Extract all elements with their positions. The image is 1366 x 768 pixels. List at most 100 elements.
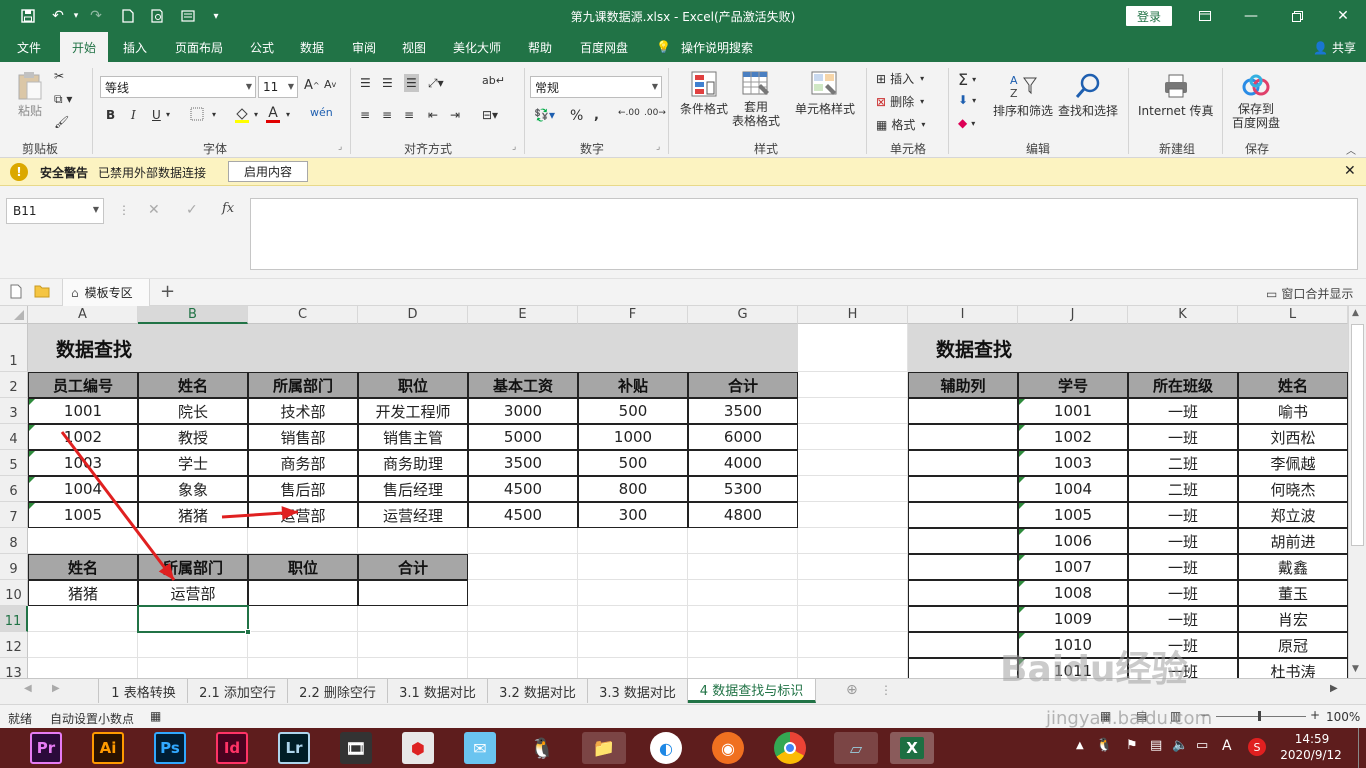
tab-formulas[interactable]: 公式: [250, 32, 274, 62]
table-cell[interactable]: 学士: [138, 450, 248, 476]
tray-security-icon[interactable]: ▤: [1150, 738, 1162, 753]
table-cell[interactable]: 销售部: [248, 424, 358, 450]
lookup-header[interactable]: 合计: [358, 554, 468, 580]
cancel-entry-icon[interactable]: ✕: [148, 202, 160, 218]
border-icon[interactable]: [190, 107, 204, 121]
increase-indent-icon[interactable]: ⇥: [450, 108, 460, 122]
select-all-corner[interactable]: [0, 306, 28, 324]
lookup-cell[interactable]: [358, 580, 468, 606]
row-header-5[interactable]: 5: [0, 450, 28, 476]
close-icon[interactable]: ✕: [1344, 163, 1356, 179]
page-layout-view-icon[interactable]: ▤: [1136, 709, 1147, 723]
table-cell[interactable]: 销售主管: [358, 424, 468, 450]
right-table-cell[interactable]: 1005: [1018, 502, 1128, 528]
tab-baidu-pan[interactable]: 百度网盘: [580, 32, 628, 62]
format-cells-button[interactable]: ▦ 格式 ▾: [876, 116, 925, 133]
save-to-baidu-button[interactable]: 保存到 百度网盘: [1232, 70, 1280, 131]
sheet-prev-icon[interactable]: ◀: [24, 683, 32, 694]
right-table-header[interactable]: 姓名: [1238, 372, 1348, 398]
right-table-cell[interactable]: 郑立波: [1238, 502, 1348, 528]
table-cell[interactable]: 开发工程师: [358, 398, 468, 424]
bold-button[interactable]: B: [106, 108, 115, 122]
tab-page-layout[interactable]: 页面布局: [175, 32, 223, 62]
row-header-2[interactable]: 2: [0, 372, 28, 398]
formula-input[interactable]: [250, 198, 1358, 270]
right-table-cell[interactable]: 李佩越: [1238, 450, 1348, 476]
sheet-tab[interactable]: 4 数据查找与标识: [688, 679, 816, 703]
chrome-icon[interactable]: [774, 732, 806, 764]
delete-cells-button[interactable]: ⊠ 删除 ▾: [876, 93, 924, 110]
right-table-cell[interactable]: [908, 632, 1018, 658]
right-table-cell[interactable]: 一班: [1128, 554, 1238, 580]
input-method-icon[interactable]: A: [1222, 738, 1232, 754]
table-cell[interactable]: 6000: [688, 424, 798, 450]
customize-qat-icon[interactable]: ▾: [206, 6, 226, 26]
insert-function-button[interactable]: fx: [222, 201, 234, 216]
lookup-header[interactable]: 所属部门: [138, 554, 248, 580]
right-table-cell[interactable]: 肖宏: [1238, 606, 1348, 632]
right-table-cell[interactable]: 二班: [1128, 476, 1238, 502]
normal-view-icon[interactable]: ▦: [1100, 709, 1111, 723]
font-name-select[interactable]: 等线 ▼: [100, 76, 256, 98]
right-table-cell[interactable]: [908, 528, 1018, 554]
table-cell[interactable]: 3500: [468, 450, 578, 476]
print-preview-icon[interactable]: [148, 6, 168, 26]
right-table-cell[interactable]: [908, 476, 1018, 502]
table-cell[interactable]: 运营经理: [358, 502, 468, 528]
table-cell[interactable]: 500: [578, 398, 688, 424]
right-table-cell[interactable]: 1002: [1018, 424, 1128, 450]
confirm-entry-icon[interactable]: ✓: [186, 202, 198, 218]
row-header-8[interactable]: 8: [0, 528, 28, 554]
decrease-indent-icon[interactable]: ⇤: [428, 108, 438, 122]
tray-qq-icon[interactable]: 🐧: [1096, 738, 1112, 753]
zoom-thumb[interactable]: [1258, 711, 1261, 721]
table-cell[interactable]: 4000: [688, 450, 798, 476]
undo-icon[interactable]: ↶: [48, 6, 68, 26]
font-color-dropdown-icon[interactable]: ▾: [286, 110, 290, 119]
autosum-icon[interactable]: Σ ▾: [958, 70, 976, 89]
premiere-icon[interactable]: Pr: [30, 732, 62, 764]
tab-help[interactable]: 帮助: [528, 32, 552, 62]
table-header[interactable]: 员工编号: [28, 372, 138, 398]
save-icon[interactable]: [18, 6, 38, 26]
redo-icon[interactable]: ↷: [86, 6, 106, 26]
row-header-1[interactable]: 1: [0, 324, 28, 372]
tab-view[interactable]: 视图: [402, 32, 426, 62]
restore-button[interactable]: [1274, 0, 1320, 32]
increase-decimal-icon[interactable]: ←.00: [618, 108, 640, 118]
alignment-dialog-launcher-icon[interactable]: ⌟: [512, 142, 516, 152]
bird-app-icon[interactable]: ✉: [464, 732, 496, 764]
table-cell[interactable]: 1002: [28, 424, 138, 450]
column-header-e[interactable]: E: [468, 306, 578, 324]
tab-insert[interactable]: 插入: [123, 32, 147, 62]
table-cell[interactable]: 商务部: [248, 450, 358, 476]
underline-dropdown-icon[interactable]: ▾: [166, 110, 170, 119]
login-button[interactable]: 登录: [1126, 6, 1172, 26]
show-desktop-button[interactable]: [1358, 728, 1366, 768]
right-table-cell[interactable]: 戴鑫: [1238, 554, 1348, 580]
column-header-c[interactable]: C: [248, 306, 358, 324]
table-cell[interactable]: 猪猪: [138, 502, 248, 528]
table-cell[interactable]: 1004: [28, 476, 138, 502]
comma-style-icon[interactable]: ,: [594, 108, 599, 123]
minimize-button[interactable]: —: [1228, 0, 1274, 32]
row-header-4[interactable]: 4: [0, 424, 28, 450]
right-table-cell[interactable]: 一班: [1128, 398, 1238, 424]
table-cell[interactable]: 1000: [578, 424, 688, 450]
video-editor-icon[interactable]: 🎞: [340, 732, 372, 764]
format-as-table-button[interactable]: 套用 表格格式: [732, 68, 780, 129]
sheet-tab[interactable]: 2.1 添加空行: [188, 679, 288, 703]
right-table-cell[interactable]: 一班: [1128, 606, 1238, 632]
column-header-k[interactable]: K: [1128, 306, 1238, 324]
right-table-header[interactable]: 辅助列: [908, 372, 1018, 398]
scroll-up-icon[interactable]: ▲: [1352, 308, 1359, 318]
wps-icon[interactable]: ⬢: [402, 732, 434, 764]
merge-windows-button[interactable]: ▭ 窗口合并显示: [1266, 285, 1353, 302]
format-painter-icon[interactable]: 🖌: [54, 115, 69, 129]
table-cell[interactable]: 售后经理: [358, 476, 468, 502]
column-header-h[interactable]: H: [798, 306, 908, 324]
table-cell[interactable]: 4500: [468, 476, 578, 502]
lookup-cell[interactable]: 猪猪: [28, 580, 138, 606]
tab-beautify[interactable]: 美化大师: [453, 32, 501, 62]
table-header[interactable]: 基本工资: [468, 372, 578, 398]
